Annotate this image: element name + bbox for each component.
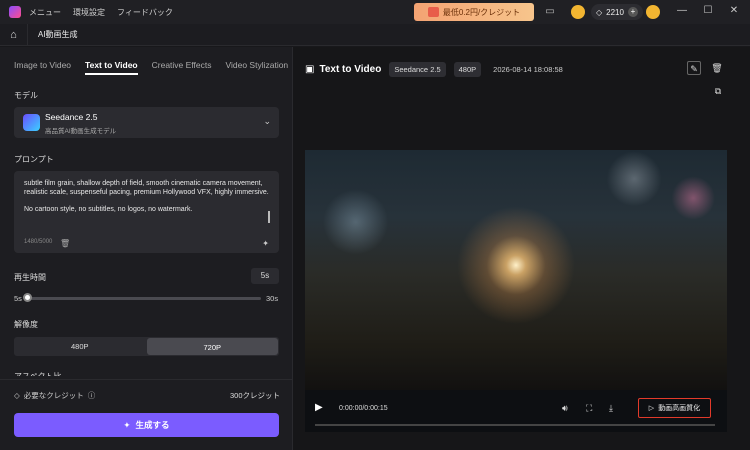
prompt-input[interactable]: subtle film grain, shallow depth of fiel… xyxy=(14,171,279,253)
video-icon: ▣ xyxy=(305,64,315,75)
preview-header: ▣ Text to Video Seedance 2.5 480P 2026-0… xyxy=(305,62,563,77)
enhance-icon: ▷ xyxy=(648,405,655,412)
generate-button[interactable]: ✦ 生成する xyxy=(14,413,279,437)
resolution-pill: 480P xyxy=(453,62,482,77)
home-icon[interactable]: ⌂ xyxy=(0,23,28,46)
enhance-label: 動画高画質化 xyxy=(658,405,701,412)
required-credits-label: 必要なクレジット xyxy=(23,391,84,400)
model-label: モデル xyxy=(14,91,38,100)
mode-tabs: Image to Video Text to Video Creative Ef… xyxy=(14,60,288,75)
duration-label: 再生時間 xyxy=(14,273,46,282)
diamond-icon: ◇ xyxy=(596,7,603,17)
credits-balance[interactable]: ◇ 2210 + xyxy=(591,4,643,20)
minimize-icon[interactable]: — xyxy=(675,5,689,16)
enhance-video-button[interactable]: ▷ 動画高画質化 xyxy=(638,398,711,418)
resolution-toggle: 480P 720P xyxy=(14,337,279,356)
promo-banner[interactable]: 最低0.2円/クレジット xyxy=(414,3,534,21)
video-player[interactable]: ▶ 0:00:00/0:00:15 🔊︎ ⛶ ⤓ ▷ 動画高画質化 xyxy=(305,150,727,432)
required-credits: ◇ 必要なクレジット ⓘ xyxy=(14,390,95,401)
preview-panel: ▣ Text to Video Seedance 2.5 480P 2026-0… xyxy=(292,47,750,450)
resolution-label: 解像度 xyxy=(14,320,38,329)
aspect-ratio-label: アスペクト比 xyxy=(14,371,61,376)
duration-slider-handle[interactable] xyxy=(23,293,32,302)
model-select[interactable]: Seedance 2.5 高品質AI動画生成モデル ⌄ xyxy=(14,107,279,138)
magic-wand-icon[interactable]: ✦ xyxy=(262,239,269,248)
menu-item-settings[interactable]: 環境設定 xyxy=(73,7,105,18)
preview-title: ▣ Text to Video xyxy=(305,64,381,75)
sub-header: ⌂ AI動画生成 xyxy=(0,23,750,46)
resolution-option-480p[interactable]: 480P xyxy=(14,337,146,356)
model-logo-icon xyxy=(23,114,40,131)
app-logo xyxy=(9,6,21,18)
player-controls: ▶ 0:00:00/0:00:15 🔊︎ ⛶ ⤓ ▷ 動画高画質化 xyxy=(305,390,727,432)
settings-panel: Image to Video Text to Video Creative Ef… xyxy=(0,47,292,450)
tab-creative-effects[interactable]: Creative Effects xyxy=(152,60,212,75)
sparkle-icon: ✦ xyxy=(123,419,131,430)
model-name: Seedance 2.5 xyxy=(45,112,98,122)
avatar[interactable] xyxy=(646,5,660,19)
credits-value: 2210 xyxy=(606,7,624,17)
chevron-down-icon: ⌄ xyxy=(263,116,271,126)
required-credits-value: 300クレジット xyxy=(229,391,280,400)
model-desc: 高品質AI動画生成モデル xyxy=(45,128,117,135)
play-icon[interactable]: ▶ xyxy=(315,402,323,413)
promo-text: 最低0.2円/クレジット xyxy=(442,7,521,17)
generate-footer: ◇ 必要なクレジット ⓘ 300クレジット ✦ 生成する xyxy=(0,379,292,450)
preview-title-text: Text to Video xyxy=(319,64,382,75)
prompt-label: プロンプト xyxy=(14,155,54,164)
created-date: 2026-08-14 18:08:58 xyxy=(493,65,563,74)
page-title: AI動画生成 xyxy=(38,30,78,39)
tab-video-stylization[interactable]: Video Stylization xyxy=(225,60,288,75)
duration-slider-track[interactable] xyxy=(27,297,261,300)
fullscreen-icon[interactable]: ⛶ xyxy=(586,403,592,414)
coin-icon[interactable] xyxy=(571,5,585,19)
delete-icon[interactable]: 🗑 xyxy=(710,61,724,75)
duration-max: 30s xyxy=(266,294,279,303)
prompt-text-2: No cartoon style, no subtitles, no logos… xyxy=(24,206,193,213)
maximize-icon[interactable]: ☐ xyxy=(701,5,715,16)
menu-item-feedback[interactable]: フィードバック xyxy=(117,7,173,18)
copy-icon[interactable]: ⧉ xyxy=(711,84,725,98)
volume-icon[interactable]: 🔊︎ xyxy=(562,403,568,414)
prompt-char-count: 1480/5000 xyxy=(24,239,53,245)
message-icon[interactable]: ▭ xyxy=(544,6,556,18)
prompt-text-1: subtle film grain, shallow depth of fiel… xyxy=(24,180,269,196)
info-icon[interactable]: ⓘ xyxy=(88,390,96,401)
generate-label: 生成する xyxy=(135,420,170,430)
clear-prompt-icon[interactable]: 🗑 xyxy=(60,239,70,248)
tab-text-to-video[interactable]: Text to Video xyxy=(85,60,138,75)
menu-item-menu[interactable]: メニュー xyxy=(29,7,61,18)
tab-image-to-video[interactable]: Image to Video xyxy=(14,60,71,75)
diamond-icon: ◇ xyxy=(14,391,20,400)
resolution-option-720p[interactable]: 720P xyxy=(146,338,278,355)
duration-min: 5s xyxy=(14,294,22,303)
model-pill: Seedance 2.5 xyxy=(389,62,446,77)
edit-icon[interactable]: ✎ xyxy=(687,61,701,75)
prompt-scrollbar[interactable] xyxy=(268,211,270,223)
add-credits-icon[interactable]: + xyxy=(627,7,638,17)
video-frame[interactable] xyxy=(305,150,727,390)
gift-icon xyxy=(427,7,439,17)
playback-time: 0:00:00/0:00:15 xyxy=(339,405,388,412)
download-icon[interactable]: ⤓ xyxy=(609,403,613,414)
close-icon[interactable]: ✕ xyxy=(727,5,741,16)
progress-bar[interactable] xyxy=(315,424,715,426)
duration-value[interactable]: 5s xyxy=(251,268,279,284)
